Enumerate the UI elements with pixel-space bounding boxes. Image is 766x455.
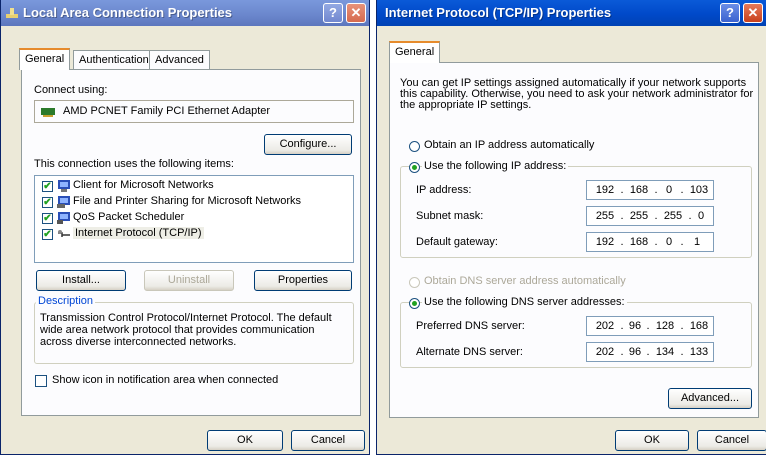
adapter-name: AMD PCNET Family PCI Ethernet Adapter [63, 105, 271, 117]
description-title: Description [36, 295, 96, 307]
octet: 168 [689, 320, 709, 332]
subnet-mask-field[interactable]: 255. 255. 255. 0 [586, 206, 714, 226]
octet: 255 [629, 210, 649, 222]
octet: 202 [595, 320, 615, 332]
title-bar[interactable]: Local Area Connection Properties ? ✕ [1, 0, 369, 26]
tab-advanced[interactable]: Advanced [149, 50, 210, 70]
connect-using-label: Connect using: [34, 84, 108, 96]
help-button[interactable]: ? [720, 3, 740, 23]
ip-address-label: IP address: [416, 184, 472, 196]
use-dns-label: Use the following DNS server addresses: [422, 296, 627, 308]
alternate-dns-label: Alternate DNS server: [416, 346, 523, 358]
item-label: Internet Protocol (TCP/IP) [73, 227, 204, 239]
default-gateway-label: Default gateway: [416, 236, 498, 248]
title-bar[interactable]: Internet Protocol (TCP/IP) Properties ? … [377, 0, 766, 26]
cancel-button[interactable]: Cancel [291, 430, 365, 451]
ip-address-field[interactable]: 192. 168. 0. 103 [586, 180, 714, 200]
ok-button[interactable]: OK [615, 430, 689, 451]
window-title: Local Area Connection Properties [23, 5, 233, 20]
description-line-1: Transmission Control Protocol/Internet P… [40, 312, 332, 324]
obtain-dns-radio [409, 277, 420, 288]
use-ip-radio[interactable] [409, 162, 420, 173]
advanced-button[interactable]: Advanced... [668, 388, 752, 409]
octet: 0 [665, 184, 673, 196]
obtain-dns-label: Obtain DNS server address automatically [424, 275, 626, 287]
preferred-dns-label: Preferred DNS server: [416, 320, 525, 332]
default-gateway-field[interactable]: 192. 168. 0. 1 [586, 232, 714, 252]
help-button[interactable]: ? [323, 3, 343, 23]
octet: 96 [628, 320, 642, 332]
preferred-dns-field[interactable]: 202. 96. 128. 168 [586, 316, 714, 336]
octet: 103 [689, 184, 709, 196]
network-connection-icon [6, 8, 18, 18]
octet: 255 [595, 210, 615, 222]
item-label: Client for Microsoft Networks [73, 179, 214, 191]
octet: 192 [595, 184, 615, 196]
file-printer-sharing-icon [57, 196, 70, 208]
item-checkbox[interactable]: ✔ [42, 181, 53, 192]
item-label: File and Printer Sharing for Microsoft N… [73, 195, 302, 207]
uninstall-button: Uninstall [144, 270, 234, 291]
qos-scheduler-icon [57, 212, 70, 224]
tab-authentication[interactable]: Authentication [73, 50, 155, 70]
octet: 168 [629, 184, 649, 196]
show-icon-checkbox[interactable] [35, 375, 47, 387]
octet: 128 [655, 320, 675, 332]
items-list[interactable]: ✔ Client for Microsoft Networks ✔ File a… [34, 175, 354, 263]
octet: 134 [655, 346, 675, 358]
cancel-button[interactable]: Cancel [697, 430, 766, 451]
octet: 202 [595, 346, 615, 358]
intro-line-3: the appropriate IP settings. [400, 99, 532, 111]
description-line-3: across diverse interconnected networks. [40, 336, 237, 348]
local-area-connection-properties-window: Local Area Connection Properties ? ✕ Gen… [0, 0, 370, 455]
ok-button[interactable]: OK [207, 430, 283, 451]
octet: 192 [595, 236, 615, 248]
item-label: QoS Packet Scheduler [73, 211, 185, 223]
close-button[interactable]: ✕ [743, 3, 763, 23]
tab-general[interactable]: General [19, 48, 71, 70]
window-title: Internet Protocol (TCP/IP) Properties [385, 5, 612, 20]
obtain-ip-radio[interactable] [409, 141, 420, 152]
use-dns-radio[interactable] [409, 298, 420, 309]
use-ip-label: Use the following IP address: [422, 160, 569, 172]
tcpip-properties-window: Internet Protocol (TCP/IP) Properties ? … [376, 0, 766, 455]
octet: 133 [689, 346, 709, 358]
octet: 96 [628, 346, 642, 358]
client-icon [58, 180, 70, 192]
obtain-ip-label: Obtain an IP address automatically [424, 139, 595, 151]
protocol-icon [58, 230, 70, 237]
item-checkbox[interactable]: ✔ [42, 197, 53, 208]
octet: 0 [697, 210, 705, 222]
item-checkbox[interactable]: ✔ [42, 213, 53, 224]
item-checkbox[interactable]: ✔ [42, 229, 53, 240]
octet: 255 [663, 210, 683, 222]
show-icon-label: Show icon in notification area when conn… [52, 374, 279, 386]
close-button[interactable]: ✕ [346, 3, 366, 23]
items-label: This connection uses the following items… [34, 158, 234, 170]
general-tab-panel: You can get IP settings assigned automat… [389, 62, 759, 418]
configure-button[interactable]: Configure... [264, 134, 352, 155]
install-button[interactable]: Install... [36, 270, 126, 291]
description-line-2: wide area network protocol that provides… [40, 324, 315, 336]
subnet-mask-label: Subnet mask: [416, 210, 484, 222]
tab-general[interactable]: General [389, 41, 441, 63]
octet: 168 [629, 236, 649, 248]
adapter-field: AMD PCNET Family PCI Ethernet Adapter [34, 100, 354, 123]
octet: 0 [665, 236, 673, 248]
properties-button[interactable]: Properties [254, 270, 352, 291]
network-adapter-icon [41, 108, 55, 117]
alternate-dns-field[interactable]: 202. 96. 134. 133 [586, 342, 714, 362]
octet: 1 [693, 236, 701, 248]
general-tab-panel: Connect using: AMD PCNET Family PCI Ethe… [21, 69, 361, 416]
